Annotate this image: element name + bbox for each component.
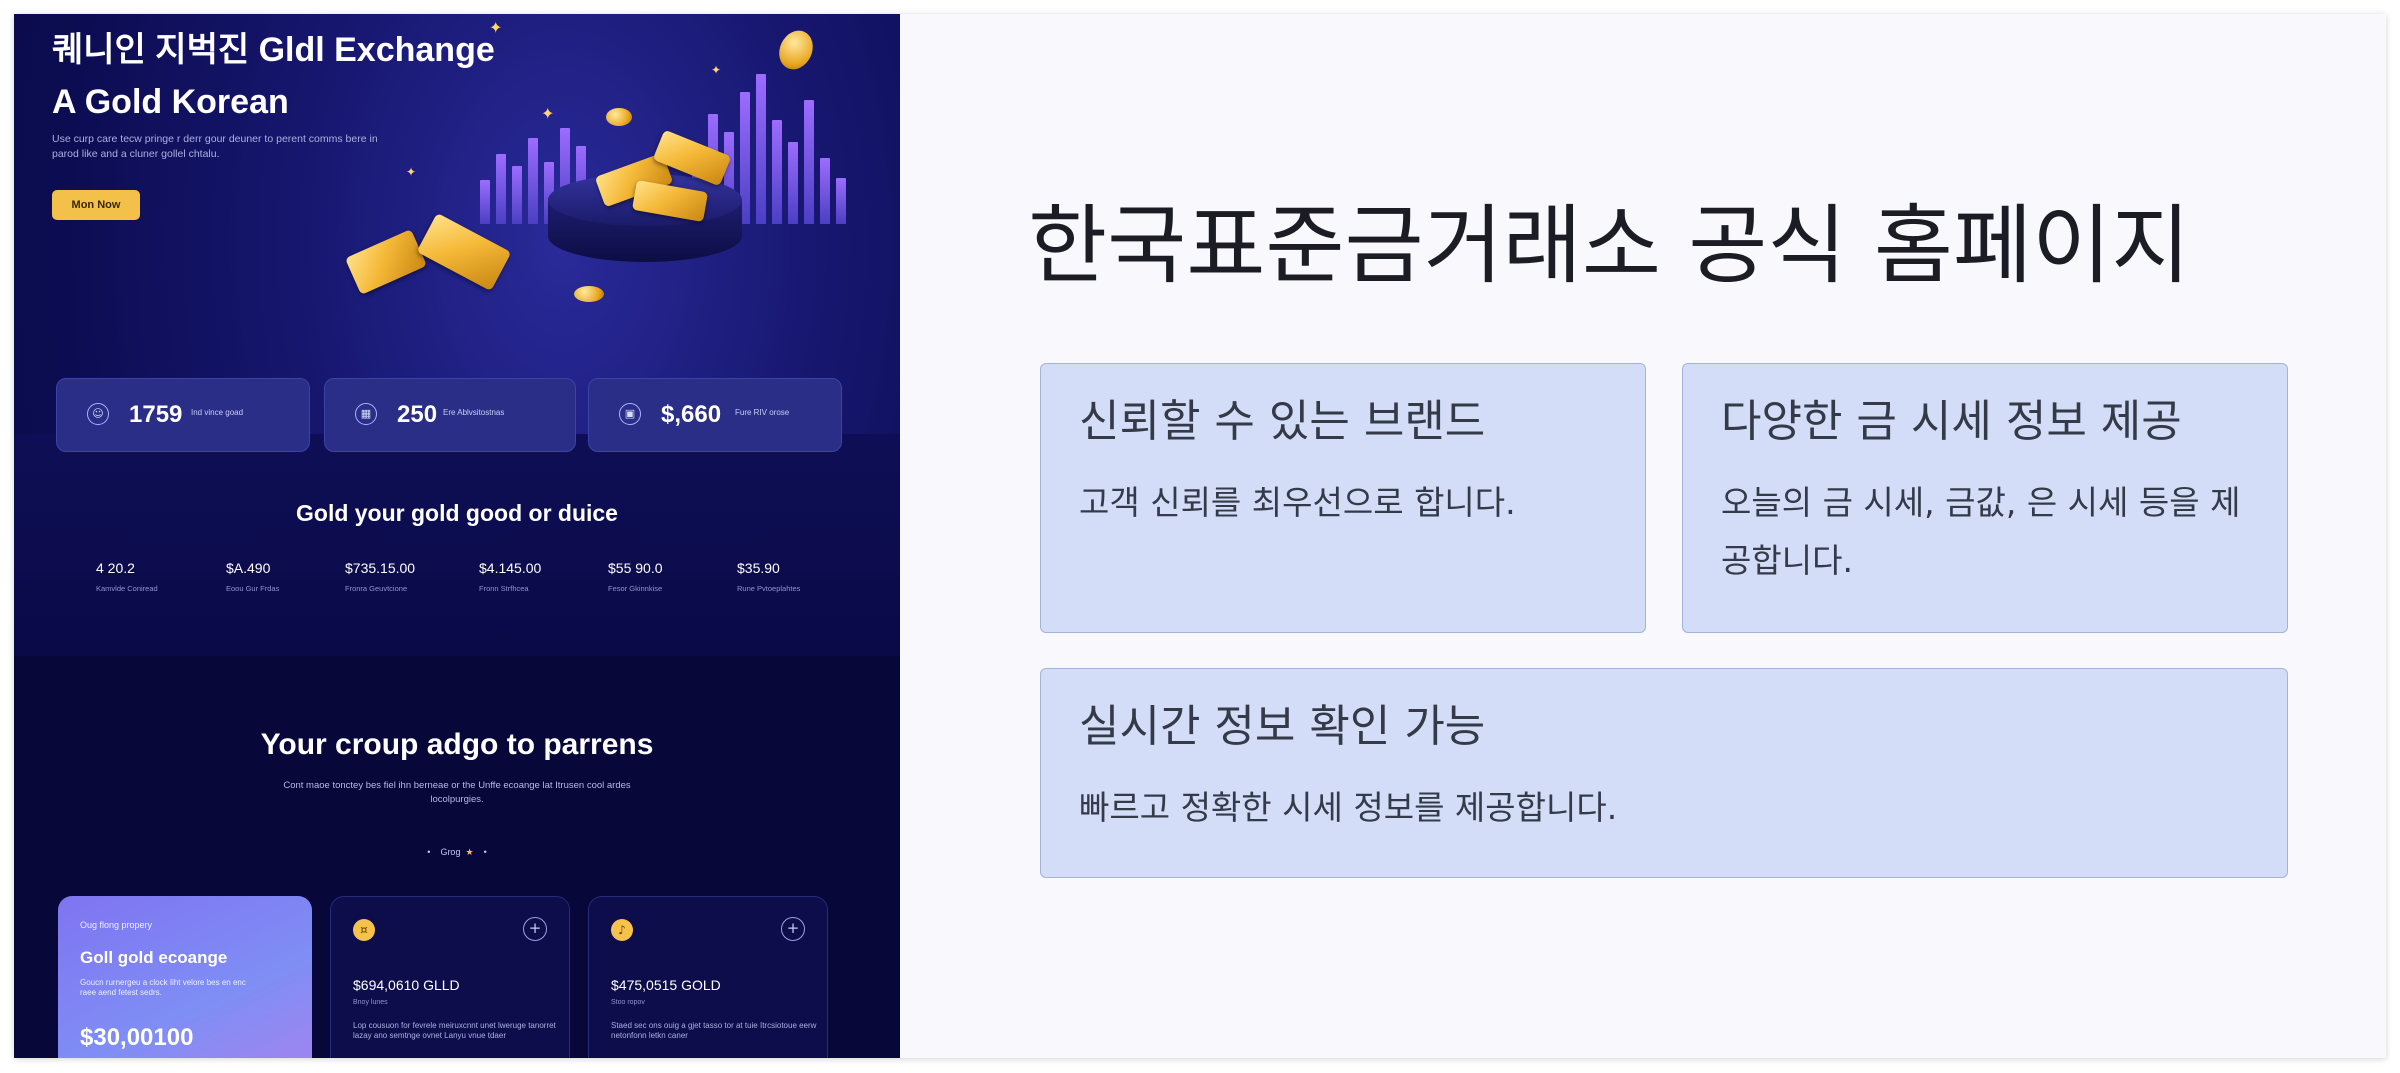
price-item: $735.15.00 Fronra Geuvtcione [345,560,465,594]
page-title: 한국표준금거래소 공식 홈페이지 [1028,196,2191,296]
feature-card-prices: 다양한 금 시세 정보 제공 오늘의 금 시세, 금값, 은 시세 등을 제공합… [1682,363,2288,633]
price-item: $4.145.00 Fronn Strfhcea [479,560,599,594]
card-subtitle: Stoo ropov [611,999,645,1006]
stat-value: $,660 [661,401,722,428]
price-label: Kamvlde Coniread [96,584,158,593]
bar [512,166,522,224]
feature-card-brand: 신뢰할 수 있는 브랜드 고객 신뢰를 최우선으로 합니다. [1040,363,1646,633]
feature-card-realtime: 실시간 정보 확인 가능 빠르고 정확한 시세 정보를 제공합니다. [1040,668,2288,878]
price-item: $A.490 Eoou Gur Frdas [226,560,346,594]
plus-icon[interactable]: + [523,917,547,941]
stat-label: Ere Ablvsitostnas [443,408,505,417]
bar [772,120,782,224]
bar [496,154,506,224]
stat-value: 1759 [129,401,183,428]
stat-label: Ind vince goad [191,408,244,417]
price-value: $A.490 [226,560,271,576]
card-value: $475,0515 GOLD [611,977,721,993]
coin-icon: ¤ [353,919,375,941]
price-value: 4 20.2 [96,560,135,576]
stat-label: Fure RIV orose [735,408,790,417]
price-label: Eoou Gur Frdas [226,584,280,593]
price-label: Fesor Gkinnkise [608,584,663,593]
pager-next-dot[interactable]: • [484,847,487,857]
wallet-icon: ▣ [619,403,641,425]
sparkle-icon: ✦ [711,63,722,77]
pager-label: Grog [440,847,461,857]
bar [820,158,830,224]
user-icon: ☺ [87,403,109,425]
feature-title: 실시간 정보 확인 가능 [1079,701,1486,752]
price-label: Rune Pvtoeplahtes [737,584,801,593]
price-value: $55 90.0 [608,560,663,576]
section-subtitle: Cont maoe tonctey bes fiel ihn berneae o… [283,780,631,805]
gold-coin [606,108,632,126]
product-card[interactable]: ♪ + $475,0515 GOLD Stoo ropov Staed sec … [588,896,828,1058]
price-value: $35.90 [737,560,780,576]
stat-card: ☺ 1759 Ind vince goad [56,378,310,452]
promo-title-line2: A Gold Korean [52,83,289,121]
pager-prev-dot[interactable]: • [427,847,430,857]
main-content: 한국표준금거래소 공식 홈페이지 신뢰할 수 있는 브랜드 고객 신뢰를 최우선… [900,14,2386,1058]
price-item: $55 90.0 Fesor Gkinnkise [608,560,728,594]
promo-description: Use curp care tecw pringe r derr gour de… [52,133,378,160]
price-value: $735.15.00 [345,560,416,576]
card-description: Staed sec ons ouig a gjet tasso tor at t… [611,1021,817,1040]
promo-image: 퀘니인 지벅진 Gldl Exchange A Gold Korean Use … [14,14,900,1058]
stat-value: 250 [397,401,438,428]
card-subtitle: Bnoy lunes [353,999,388,1006]
prices-band [14,434,900,656]
bell-icon: ♪ [611,919,633,941]
feature-title: 신뢰할 수 있는 브랜드 [1079,396,1486,447]
sparkle-icon: ✦ [489,18,503,37]
stat-card: ▦ 250 Ere Ablvsitostnas [324,378,576,452]
bar [756,74,766,224]
price-label: Fronn Strfhcea [479,584,529,593]
gold-bar [344,229,428,295]
chart-icon: ▦ [355,403,377,425]
gold-coin [574,286,604,302]
featured-product-card[interactable]: Oug flong propery Goll gold ecoange Gouc… [58,896,312,1058]
promo-cta-button[interactable]: Mon Now [52,190,140,220]
product-card[interactable]: ¤ + $694,0610 GLLD Bnoy lunes Lop cousuo… [330,896,570,1058]
feature-text: 오늘의 금 시세, 금값, 은 시세 등을 제공합니다. [1721,483,2241,580]
pager[interactable]: • Grog ★ • [14,847,900,858]
sparkle-icon: ✦ [541,104,555,123]
card-value: $694,0610 GLLD [353,977,460,993]
card-amount: $30,00100 [80,1024,194,1051]
promo-title: 퀘니인 지벅진 Gldl Exchange A Gold Korean [52,24,495,128]
bar [528,138,538,224]
feature-text: 고객 신뢰를 최우선으로 합니다. [1079,483,1516,522]
sparkle-icon: ✦ [406,165,417,179]
bar [788,142,798,224]
price-label: Fronra Geuvtcione [345,584,408,593]
gold-coin [773,25,819,75]
price-item: $35.90 Rune Pvtoeplahtes [737,560,857,594]
card-title: Goll gold ecoange [80,948,228,967]
card-description: Lop cousuon for fevrele meiruxcnnt unet … [353,1021,556,1040]
page-frame: 퀘니인 지벅진 Gldl Exchange A Gold Korean Use … [14,14,2386,1058]
card-tag: Oug flong propery [80,920,153,930]
star-icon: ★ [465,847,474,857]
prices-title: Gold your gold good or duice [296,500,618,526]
promo-title-line1: 퀘니인 지벅진 Gldl Exchange [52,31,495,69]
price-item: 4 20.2 Kamvlde Coniread [96,560,216,594]
bar [804,100,814,224]
plus-icon[interactable]: + [781,917,805,941]
feature-text: 빠르고 정확한 시세 정보를 제공합니다. [1079,788,1618,827]
card-description: Goucn rurnergeu a clock Iiht velore bes … [80,978,246,997]
bar [836,178,846,224]
section-title: Your croup adgo to parrens [260,728,654,761]
gold-bar [416,212,512,292]
stat-card: ▣ $,660 Fure RIV orose [588,378,842,452]
price-value: $4.145.00 [479,560,542,576]
feature-title: 다양한 금 시세 정보 제공 [1721,396,2182,447]
bar [480,180,490,224]
